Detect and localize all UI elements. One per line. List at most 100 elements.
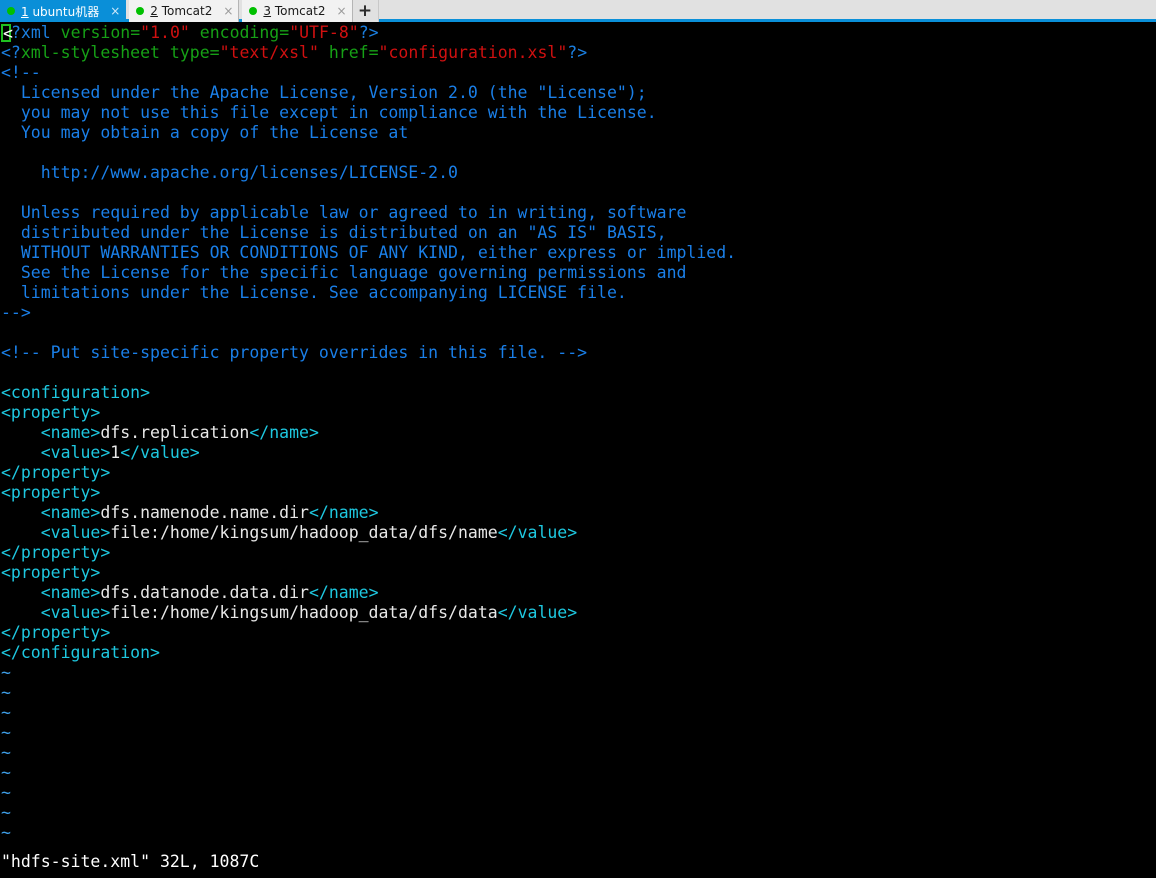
code-token: <? xyxy=(1,43,21,62)
editor-line: </property> xyxy=(1,463,736,483)
terminal-pane[interactable]: <?xml version="1.0" encoding="UTF-8"?> <?… xyxy=(0,22,1156,875)
code-token: See the License for the specific languag… xyxy=(1,263,687,282)
text-cursor: < xyxy=(1,24,13,43)
editor-line: <name>dfs.datanode.data.dir</name> xyxy=(1,583,736,603)
tab-close-icon[interactable]: × xyxy=(336,5,346,17)
code-token: <configuration> xyxy=(1,383,151,402)
editor-filler-line: ~ xyxy=(1,683,736,703)
editor-line: See the License for the specific languag… xyxy=(1,263,736,283)
tilde-glyph: ~ xyxy=(1,723,11,742)
editor-line: <value>file:/home/kingsum/hadoop_data/df… xyxy=(1,603,736,623)
tab-3[interactable]: 3 Tomcat2 × xyxy=(242,0,353,22)
code-token: file:/home/kingsum/hadoop_data/dfs/name xyxy=(110,523,498,542)
code-token: --> xyxy=(1,303,31,322)
editor-line: distributed under the License is distrib… xyxy=(1,223,736,243)
code-token: encoding xyxy=(199,23,280,42)
editor-line: you may not use this file except in comp… xyxy=(1,103,736,123)
editor-line: <name>dfs.namenode.name.dir</name> xyxy=(1,503,736,523)
code-token: </property> xyxy=(1,463,111,482)
tab-close-icon[interactable]: × xyxy=(223,5,233,17)
code-token: file:/home/kingsum/hadoop_data/dfs/data xyxy=(110,603,498,622)
tab-bar-empty-area xyxy=(378,0,1156,19)
tab-label: 3 Tomcat2 xyxy=(263,4,326,18)
tab-label: 2 Tomcat2 xyxy=(150,4,213,18)
tab-close-icon[interactable]: × xyxy=(110,5,120,17)
tab-label: 1 ubuntu机器 xyxy=(21,4,100,19)
editor-filler-line: ~ xyxy=(1,703,736,723)
code-token: ?xml xyxy=(11,23,61,42)
editor-filler-line: ~ xyxy=(1,743,736,763)
code-token: <!-- Put site-specific property override… xyxy=(1,343,588,362)
tab-status-dot-icon xyxy=(7,7,15,15)
code-token: ?> xyxy=(358,23,379,42)
tilde-glyph: ~ xyxy=(1,683,11,702)
code-token: <name> xyxy=(1,583,101,602)
tab-bar: 1 ubuntu机器 × 2 Tomcat2 × 3 Tomcat2 × + xyxy=(0,0,1156,22)
code-token: "1.0" xyxy=(140,23,190,42)
code-token: <!-- xyxy=(1,63,41,82)
tab-status-dot-icon xyxy=(136,7,145,15)
editor-line: <configuration> xyxy=(1,383,736,403)
code-token: <name> xyxy=(1,423,101,442)
code-token: </name> xyxy=(249,423,319,442)
code-token: <property> xyxy=(1,563,101,582)
vim-editor-buffer[interactable]: <?xml version="1.0" encoding="UTF-8"?> <?… xyxy=(0,22,736,843)
editor-filler-line: ~ xyxy=(1,723,736,743)
tilde-glyph: ~ xyxy=(1,703,11,722)
code-token: type xyxy=(169,43,210,62)
code-token: dfs.datanode.data.dir xyxy=(100,583,309,602)
code-token: </name> xyxy=(308,503,379,522)
code-token: <value> xyxy=(1,443,111,462)
code-token: 1 xyxy=(110,443,121,462)
editor-line: Unless required by applicable law or agr… xyxy=(1,203,736,223)
code-token: dfs.replication xyxy=(100,423,250,442)
tilde-glyph: ~ xyxy=(1,823,11,842)
code-token: <name> xyxy=(1,503,101,522)
editor-filler-line: ~ xyxy=(1,763,736,783)
tilde-glyph: ~ xyxy=(1,803,11,822)
editor-line: </configuration> xyxy=(1,643,736,663)
editor-line: WITHOUT WARRANTIES OR CONDITIONS OF ANY … xyxy=(1,243,736,263)
editor-line: </property> xyxy=(1,543,736,563)
code-token: dfs.namenode.name.dir xyxy=(100,503,309,522)
code-token: ?> xyxy=(567,43,588,62)
editor-line: <!-- xyxy=(1,63,736,83)
editor-line: --> xyxy=(1,303,736,323)
tilde-glyph: ~ xyxy=(1,783,11,802)
tilde-glyph: ~ xyxy=(1,743,11,762)
code-token: </value> xyxy=(120,443,200,462)
code-token: </value> xyxy=(497,523,578,542)
code-token: </property> xyxy=(1,543,111,562)
new-tab-button[interactable]: + xyxy=(352,0,379,22)
editor-line: <property> xyxy=(1,483,736,503)
code-token: = xyxy=(130,23,141,42)
tab-accelerator-number: 1 xyxy=(21,4,29,19)
code-token: http://www.apache.org/licenses/LICENSE-2… xyxy=(1,163,458,182)
editor-line: <name>dfs.replication</name> xyxy=(1,423,736,443)
editor-line: http://www.apache.org/licenses/LICENSE-2… xyxy=(1,163,736,183)
editor-line: <?xml-stylesheet type="text/xsl" href="c… xyxy=(1,43,736,63)
editor-filler-line: ~ xyxy=(1,803,736,823)
code-token: <value> xyxy=(1,603,111,622)
code-token: = xyxy=(279,23,290,42)
code-token: = xyxy=(368,43,379,62)
code-token: </property> xyxy=(1,623,111,642)
tab-1[interactable]: 1 ubuntu机器 × xyxy=(0,0,127,22)
editor-line: You may obtain a copy of the License at xyxy=(1,123,736,143)
code-token: = xyxy=(209,43,220,62)
editor-line: <value>1</value> xyxy=(1,443,736,463)
code-token: You may obtain a copy of the License at xyxy=(1,123,409,142)
tab-accelerator-number: 2 xyxy=(150,4,158,18)
code-token: xml-stylesheet xyxy=(20,43,170,62)
code-token: you may not use this file except in comp… xyxy=(1,103,657,122)
tab-2[interactable]: 2 Tomcat2 × xyxy=(129,0,240,22)
tab-list: 1 ubuntu机器 × 2 Tomcat2 × 3 Tomcat2 × xyxy=(0,0,353,22)
editor-line: <property> xyxy=(1,403,736,423)
editor-line: Licensed under the Apache License, Versi… xyxy=(1,83,736,103)
tab-accelerator-number: 3 xyxy=(263,4,272,18)
